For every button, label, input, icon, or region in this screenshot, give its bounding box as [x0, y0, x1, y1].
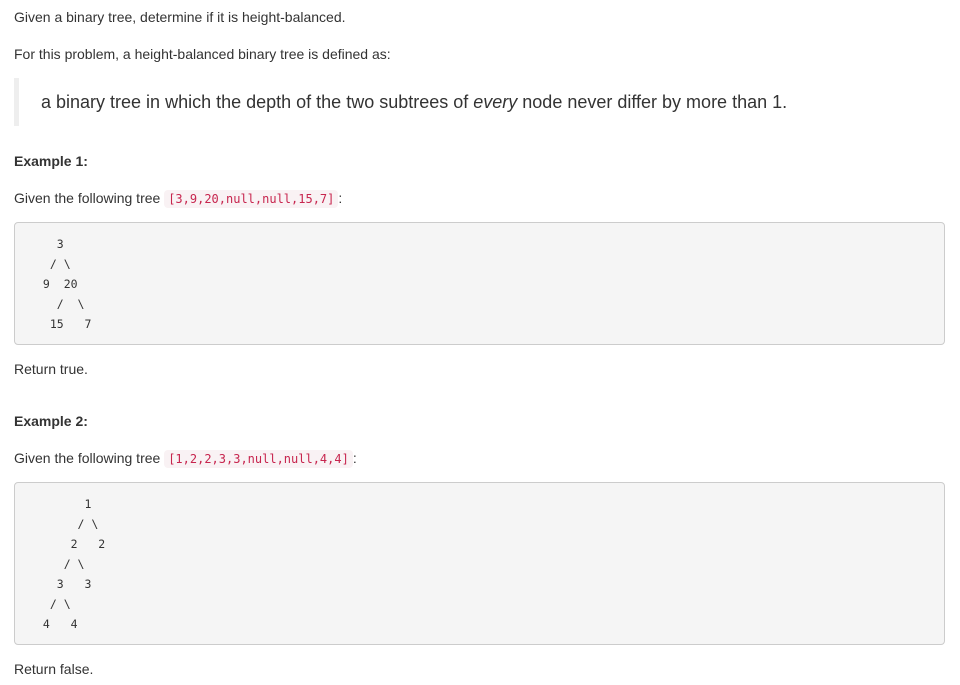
intro-line-1: Given a binary tree, determine if it is … [14, 9, 346, 25]
example-2-heading: Example 2: [14, 413, 88, 429]
example-1-given-suffix: : [338, 190, 343, 206]
definition-text: a binary tree in which the depth of the … [41, 90, 787, 114]
intro-line-2: For this problem, a height-balanced bina… [14, 46, 391, 62]
example-2-result: Return false. [14, 661, 94, 677]
example-1-tree-array: [3,9,20,null,null,15,7] [164, 190, 339, 208]
example-1-given: Given the following tree [3,9,20,null,nu… [14, 188, 342, 209]
definition-before: a binary tree in which the depth of the … [41, 92, 474, 112]
example-2-tree-block: 1 / \ 2 2 / \ 3 3 / \ 4 4 [14, 482, 945, 645]
example-2-given: Given the following tree [1,2,2,3,3,null… [14, 448, 357, 469]
example-1-heading: Example 1: [14, 153, 88, 169]
example-1-tree-block: 3 / \ 9 20 / \ 15 7 [14, 222, 945, 345]
definition-after: node never differ by more than 1. [517, 92, 788, 112]
example-1-result: Return true. [14, 361, 88, 377]
example-2-tree-diagram: 1 / \ 2 2 / \ 3 3 / \ 4 4 [42, 497, 106, 631]
definition-blockquote: a binary tree in which the depth of the … [14, 78, 939, 126]
example-2-given-suffix: : [352, 450, 357, 466]
example-2-given-prefix: Given the following tree [14, 450, 165, 466]
example-1-tree-diagram: 3 / \ 9 20 / \ 15 7 [42, 237, 92, 331]
example-1-given-prefix: Given the following tree [14, 190, 165, 206]
definition-emphasis: every [473, 92, 518, 112]
example-2-tree-array: [1,2,2,3,3,null,null,4,4] [164, 450, 353, 468]
